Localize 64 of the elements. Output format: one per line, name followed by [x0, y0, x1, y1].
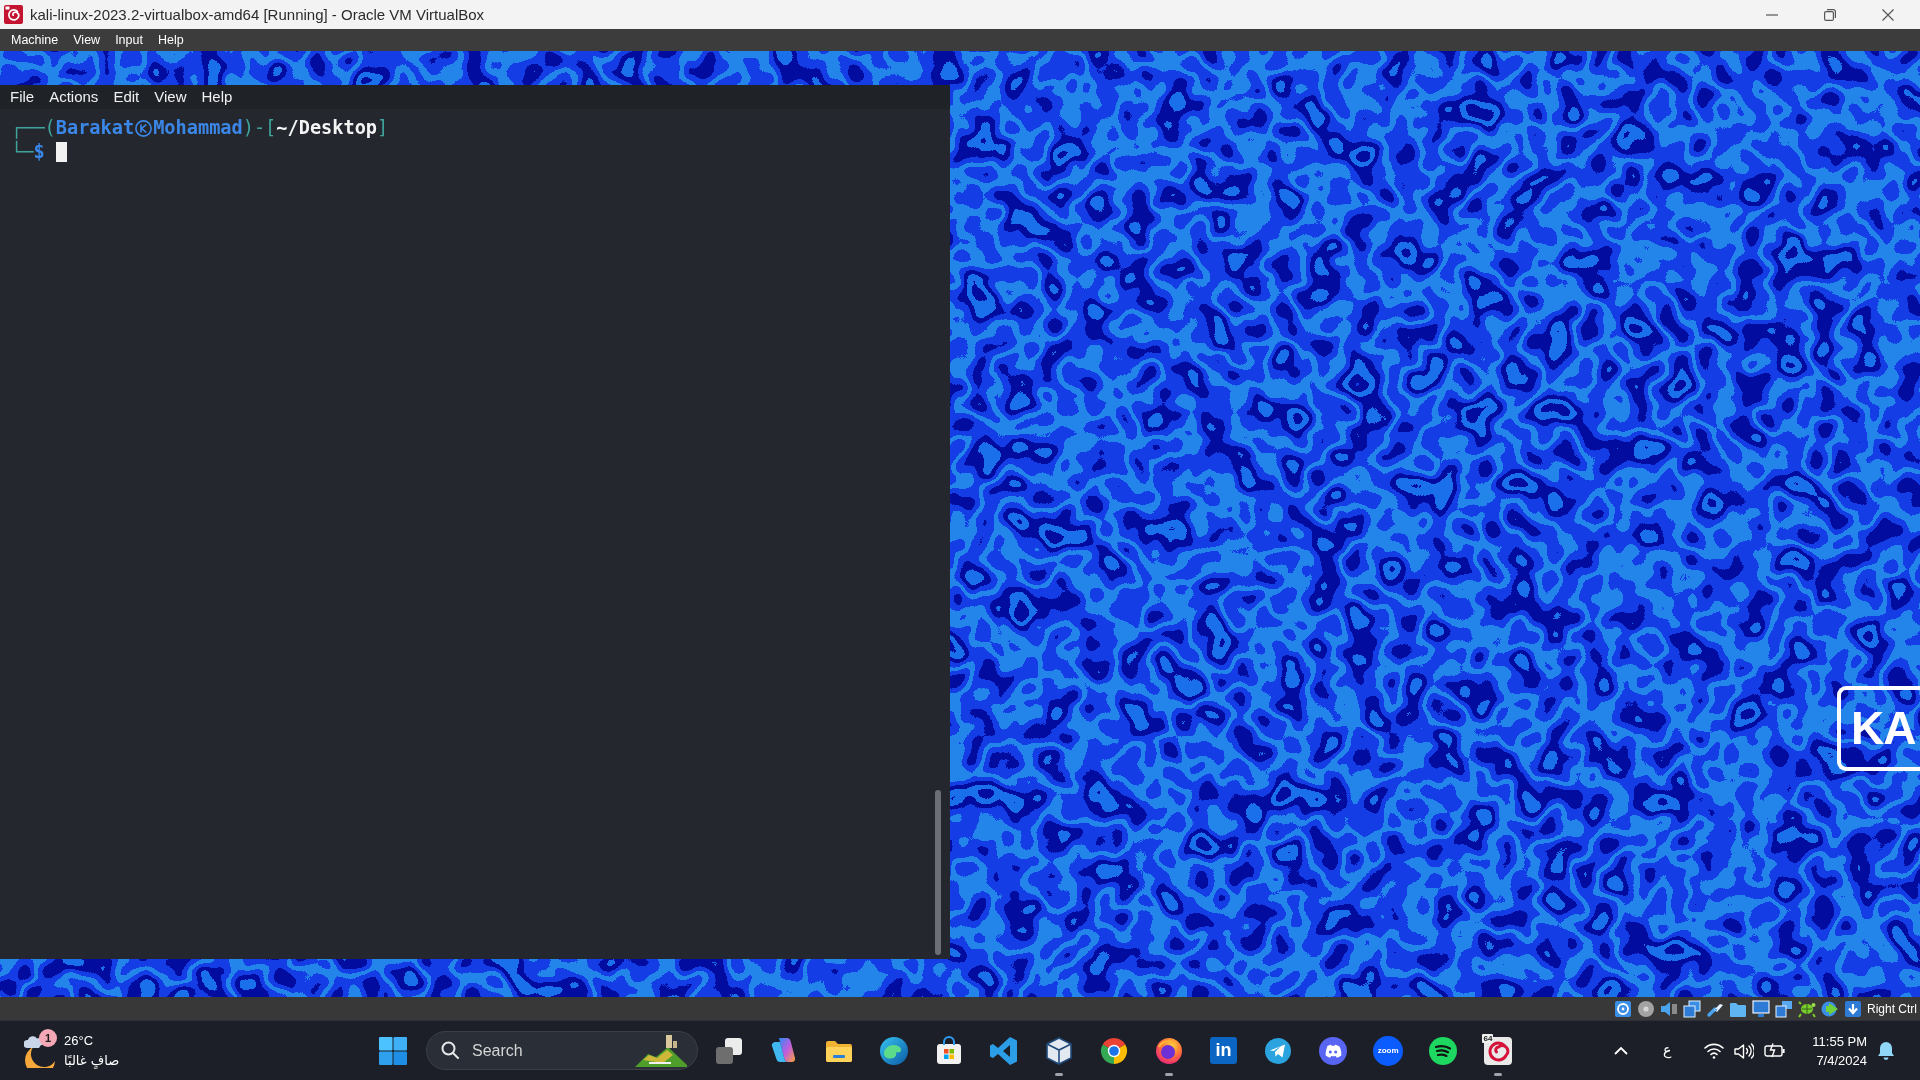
clock-date[interactable]: 7/4/2024 — [1816, 1050, 1867, 1070]
minimize-icon[interactable] — [1766, 13, 1778, 16]
prompt-frame: ] — [377, 116, 389, 140]
input-language[interactable]: ع — [1662, 1040, 1672, 1061]
directory-path: ~/Desktop — [276, 116, 378, 140]
prompt-sign: $ — [33, 141, 45, 164]
menu-item[interactable]: Help — [201, 85, 233, 109]
caret-up-icon[interactable] — [1613, 1046, 1628, 1055]
search-field[interactable]: Search — [426, 1031, 698, 1070]
disc-icon[interactable] — [1637, 999, 1655, 1018]
host-key-label: Right Ctrl — [1867, 1000, 1917, 1018]
temperature[interactable]: 26°C — [64, 1030, 94, 1051]
segmented-ring-icon[interactable] — [1098, 1035, 1129, 1066]
menu-item[interactable]: File — [10, 85, 35, 109]
shopping-bag-icon[interactable] — [934, 1035, 964, 1066]
down-arrow-icon[interactable] — [1844, 999, 1862, 1018]
window-title: kali-linux-2023.2-virtualbox-amd64 [Running] - Oracle VM VirtualBox — [30, 5, 485, 25]
overlapping-windows-icon[interactable] — [1683, 999, 1701, 1018]
battery-icon[interactable] — [1764, 1043, 1786, 1058]
striped-circle-icon[interactable] — [1428, 1035, 1458, 1066]
menu-item[interactable]: Input — [115, 29, 143, 51]
bell-icon[interactable] — [1877, 1041, 1895, 1060]
menu-item[interactable]: Help — [157, 29, 184, 51]
swirl-icon — [4, 5, 23, 24]
search-icon — [441, 1041, 459, 1059]
windows-pair-icon[interactable] — [1775, 999, 1793, 1018]
text-cursor — [55, 142, 67, 162]
version-tag: 64 — [1482, 1034, 1494, 1043]
hill-tower-icon — [635, 1034, 687, 1068]
menu-item[interactable]: Actions — [49, 85, 99, 109]
host-name: Mohammad — [153, 116, 243, 140]
speaker-icon[interactable] — [1660, 999, 1678, 1018]
app-tile[interactable]: in — [1209, 1037, 1237, 1064]
paper-plane-icon[interactable] — [1263, 1035, 1294, 1066]
wallpaper-logo: KA — [1837, 686, 1920, 771]
disk-icon[interactable] — [1614, 999, 1632, 1018]
monitor-icon[interactable] — [1752, 999, 1770, 1018]
wifi-icon[interactable] — [1704, 1042, 1725, 1059]
cube-icon[interactable] — [1043, 1035, 1074, 1066]
prompt-frame: )-[ — [242, 116, 277, 140]
menu-item[interactable]: Edit — [113, 85, 140, 109]
user-name: Barakat — [55, 116, 135, 140]
round-app-tile[interactable]: zoom — [1373, 1035, 1404, 1066]
circled-symbol-icon — [135, 119, 153, 137]
menu-item[interactable]: Machine — [11, 29, 59, 51]
notification-badge: 1 — [39, 1029, 57, 1047]
wave-icon[interactable] — [879, 1035, 910, 1066]
swirl-icon[interactable] — [1482, 1035, 1513, 1066]
turtle-icon[interactable] — [1798, 999, 1816, 1018]
close-icon[interactable] — [1882, 8, 1894, 21]
chevron-icon[interactable] — [988, 1035, 1019, 1066]
weather-condition[interactable]: صافٍ غالبًا — [64, 1050, 120, 1071]
prompt-frame: ┌──( — [11, 116, 56, 140]
clock-time[interactable]: 11:55 PM — [1812, 1031, 1867, 1051]
menu-item[interactable]: View — [73, 29, 101, 51]
gamepad-icon[interactable] — [1318, 1035, 1349, 1066]
volume-icon[interactable] — [1734, 1042, 1755, 1059]
menu-item[interactable]: View — [154, 85, 187, 109]
flame-globe-icon[interactable] — [1153, 1035, 1184, 1066]
four-squares-icon[interactable] — [379, 1036, 407, 1065]
scrollbar-thumb[interactable] — [935, 790, 941, 955]
stacked-squares-icon[interactable] — [714, 1035, 745, 1066]
prompt-frame: └─ — [11, 140, 34, 164]
restore-icon[interactable] — [1824, 8, 1836, 21]
